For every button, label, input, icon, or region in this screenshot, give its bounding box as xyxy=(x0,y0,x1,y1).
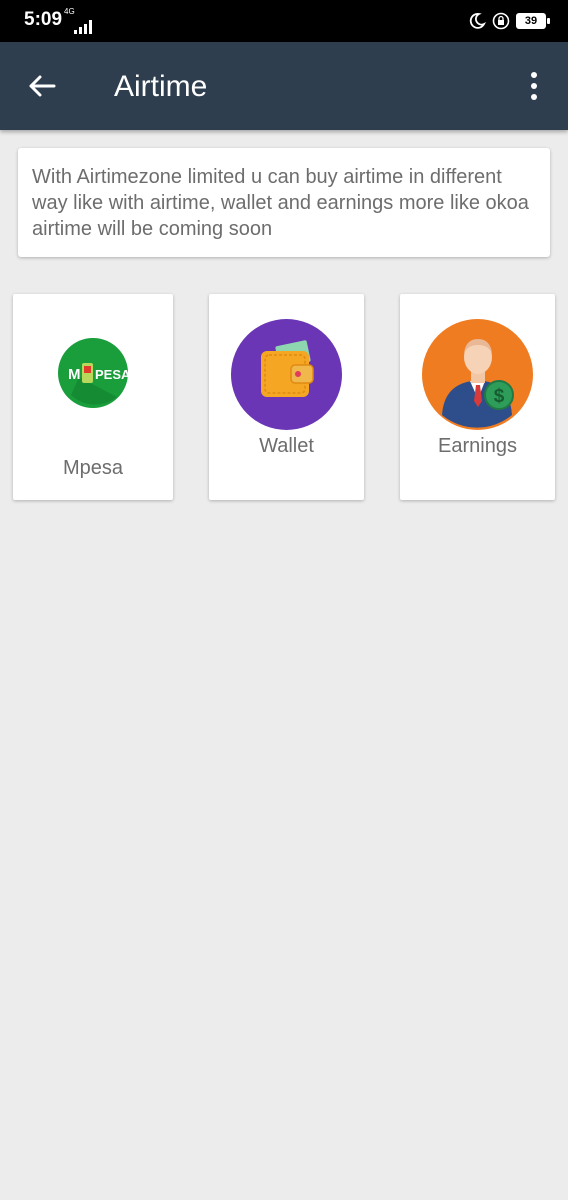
more-vertical-icon xyxy=(531,72,537,78)
status-icons: 39 xyxy=(468,10,550,32)
status-bar: 5:09 4G 39 xyxy=(0,0,568,42)
wallet-label: Wallet xyxy=(259,435,314,457)
info-card: With Airtimezone limited u can buy airti… xyxy=(18,148,550,257)
mpesa-logo-letter: M xyxy=(68,366,81,383)
mpesa-option-card[interactable]: M PESA Mpesa xyxy=(13,294,173,500)
battery-icon: 39 xyxy=(516,13,550,29)
night-mode-icon xyxy=(469,13,486,29)
svg-text:$: $ xyxy=(494,386,505,407)
app-bar: Airtime xyxy=(0,42,568,130)
mpesa-label: Mpesa xyxy=(62,457,124,479)
businessman-dollar-icon: $ xyxy=(422,319,533,430)
wallet-option-card[interactable]: Wallet xyxy=(209,294,364,500)
rotation-lock-icon xyxy=(492,12,510,30)
earnings-option-card[interactable]: $ Earnings xyxy=(400,294,555,500)
arrow-left-icon xyxy=(29,75,56,97)
overflow-menu-button[interactable] xyxy=(518,64,550,108)
earnings-label: Earnings xyxy=(438,435,517,457)
info-text: With Airtimezone limited u can buy airti… xyxy=(32,166,529,240)
battery-level: 39 xyxy=(524,15,538,27)
back-button[interactable] xyxy=(18,64,66,108)
signal-icon xyxy=(74,20,92,34)
wallet-icon xyxy=(231,319,342,430)
status-time: 5:09 xyxy=(24,9,63,30)
mpesa-logo-icon: M PESA xyxy=(58,338,129,408)
mpesa-logo-text: PESA xyxy=(95,367,129,382)
page-title: Airtime xyxy=(114,70,208,103)
network-type-label: 4G xyxy=(64,7,75,16)
